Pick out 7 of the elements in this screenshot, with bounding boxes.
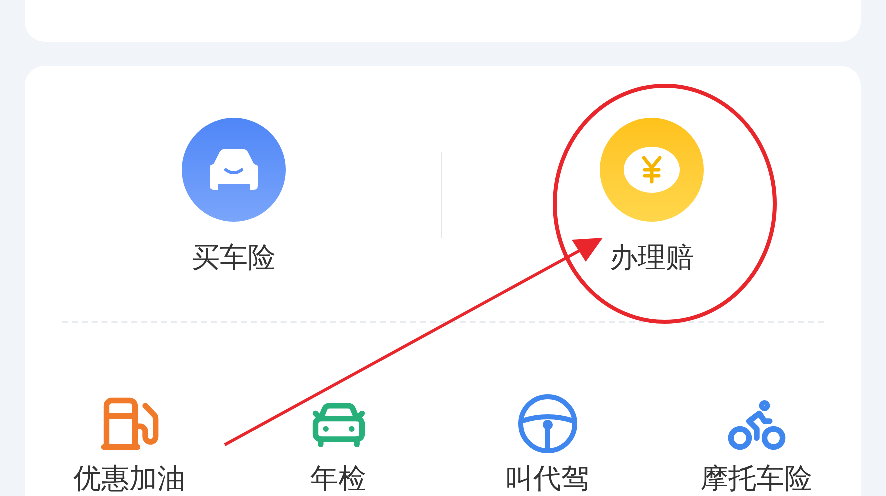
- steering-wheel-icon: [516, 393, 578, 455]
- tool-label[interactable]: 优惠加油: [74, 461, 186, 496]
- tool-label[interactable]: 摩托车险: [700, 461, 812, 496]
- service-label[interactable]: 买车险: [192, 240, 276, 276]
- tool-label[interactable]: 年检: [310, 461, 366, 496]
- tool-label[interactable]: 叫代驾: [506, 461, 590, 496]
- service-label[interactable]: 办理赔: [610, 240, 694, 276]
